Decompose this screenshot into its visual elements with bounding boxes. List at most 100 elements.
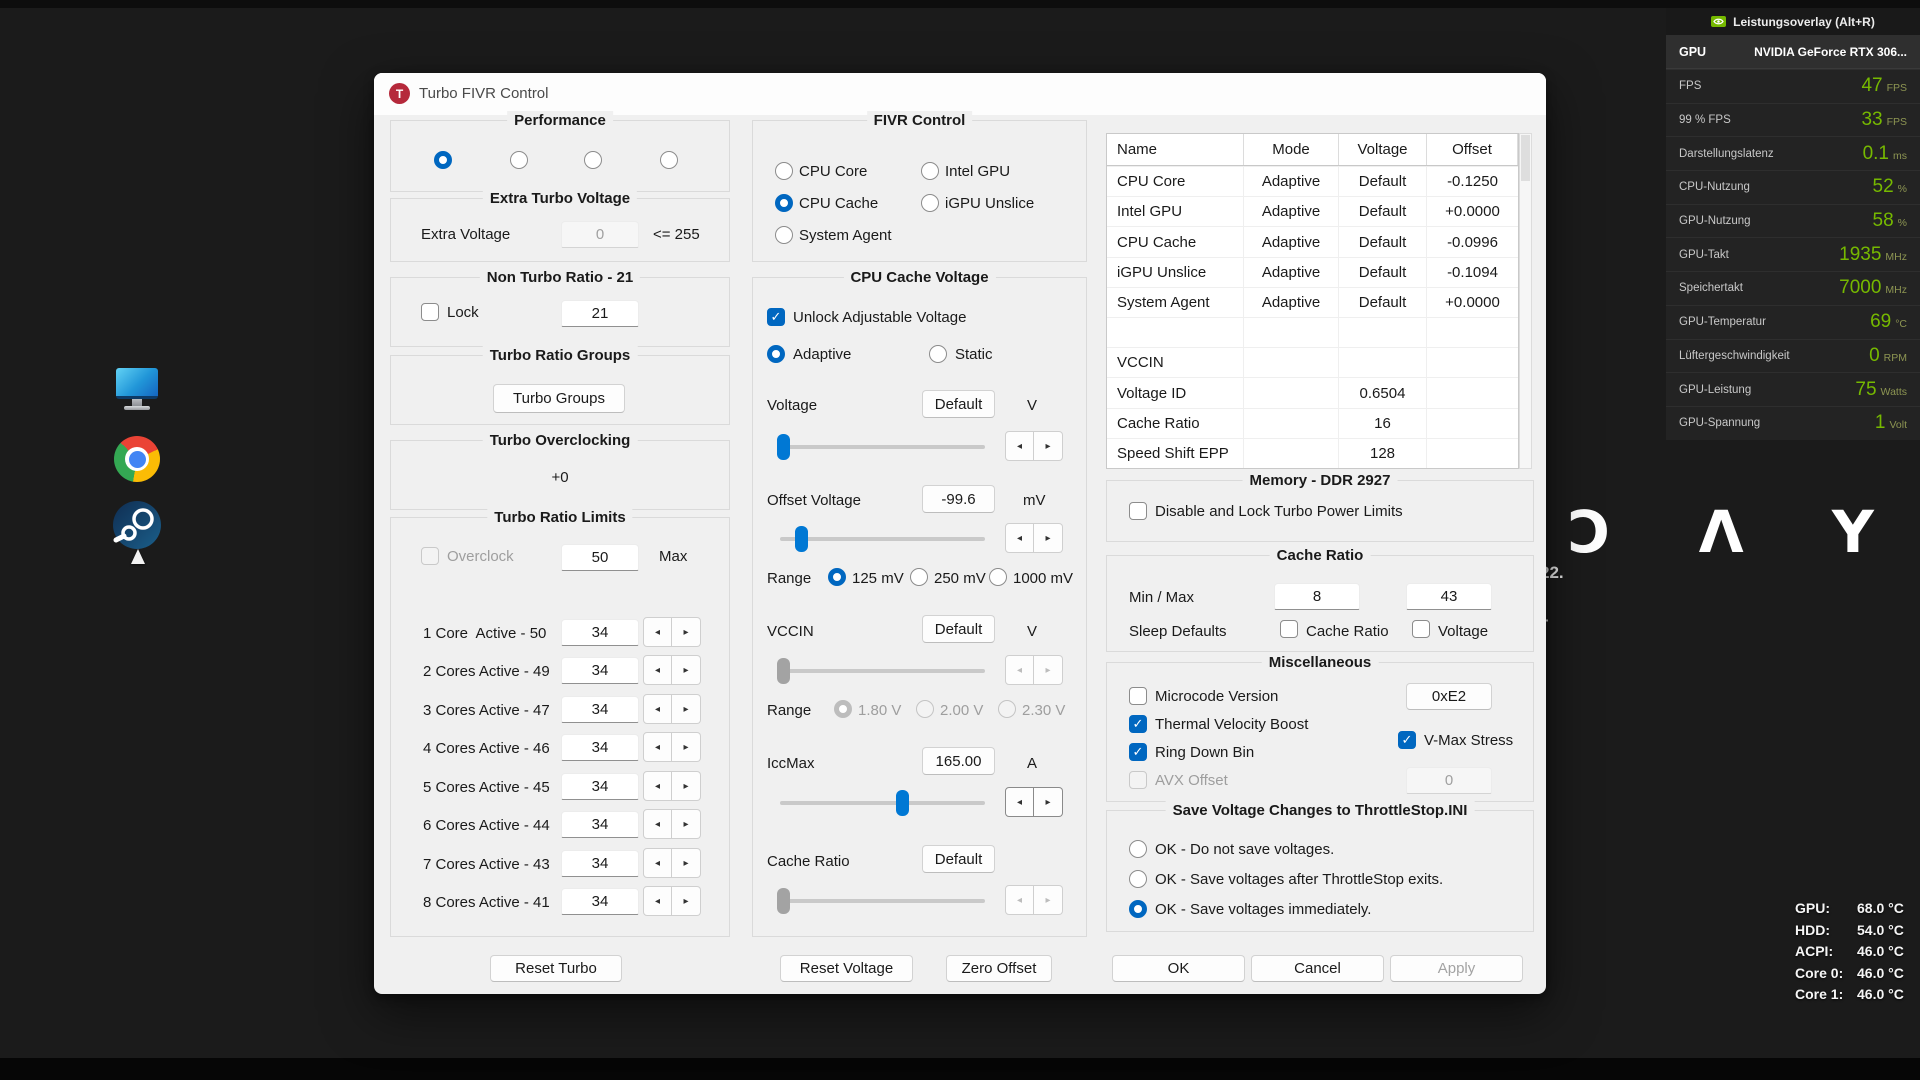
voltage-slider-thumb[interactable] bbox=[777, 434, 790, 460]
system-agent-radio[interactable] bbox=[775, 226, 793, 244]
spin-right-icon[interactable]: ▸ bbox=[672, 694, 701, 724]
table-cell-offset bbox=[1427, 439, 1518, 468]
cache-ratio-min-input[interactable]: 8 bbox=[1274, 583, 1360, 610]
steam-logo-icon bbox=[112, 500, 162, 550]
voltage-spinner[interactable]: ◂▸ bbox=[1005, 431, 1063, 461]
core-ratio-input[interactable]: 34 bbox=[561, 696, 639, 723]
core-ratio-spinner[interactable]: ◂▸ bbox=[643, 886, 701, 916]
table-cell-name: Voltage ID bbox=[1107, 378, 1244, 407]
spin-left-icon[interactable]: ◂ bbox=[643, 655, 672, 685]
voltage-default-button[interactable]: Default bbox=[922, 390, 995, 418]
title-bar[interactable]: T Turbo FIVR Control ✕ bbox=[374, 73, 1546, 115]
igpu-unslice-radio[interactable] bbox=[921, 194, 939, 212]
offset-voltage-value[interactable]: -99.6 bbox=[922, 485, 995, 513]
range-250mv-radio[interactable] bbox=[910, 568, 928, 586]
cpu-core-radio[interactable] bbox=[775, 162, 793, 180]
spin-right-icon[interactable]: ▸ bbox=[1034, 431, 1063, 461]
turbo-groups-button[interactable]: Turbo Groups bbox=[493, 384, 625, 413]
core-ratio-spinner[interactable]: ◂▸ bbox=[643, 617, 701, 647]
iccmax-value[interactable]: 165.00 bbox=[922, 747, 995, 775]
spin-right-icon[interactable]: ▸ bbox=[672, 848, 701, 878]
range-125mv-radio[interactable] bbox=[828, 568, 846, 586]
cache-ratio-default-button[interactable]: Default bbox=[922, 845, 995, 873]
spin-left-icon[interactable]: ◂ bbox=[643, 886, 672, 916]
microcode-checkbox[interactable] bbox=[1129, 687, 1147, 705]
lock-checkbox[interactable] bbox=[421, 303, 439, 321]
vccin-default-button[interactable]: Default bbox=[922, 615, 995, 643]
spin-right-icon[interactable]: ▸ bbox=[672, 655, 701, 685]
spin-right-icon[interactable]: ▸ bbox=[1034, 523, 1063, 553]
spin-left-icon[interactable]: ◂ bbox=[1005, 431, 1034, 461]
cache-ratio-max-input[interactable]: 43 bbox=[1406, 583, 1492, 610]
spin-left-icon[interactable]: ◂ bbox=[1005, 523, 1034, 553]
core-ratio-spinner[interactable]: ◂▸ bbox=[643, 848, 701, 878]
unlock-voltage-checkbox[interactable]: ✓ bbox=[767, 308, 785, 326]
spin-left-icon[interactable]: ◂ bbox=[643, 732, 672, 762]
spin-right-icon[interactable]: ▸ bbox=[672, 732, 701, 762]
core-ratio-spinner[interactable]: ◂▸ bbox=[643, 694, 701, 724]
core-ratio-input[interactable]: 34 bbox=[561, 773, 639, 800]
iccmax-slider-track[interactable] bbox=[780, 801, 985, 805]
spin-right-icon[interactable]: ▸ bbox=[1034, 787, 1063, 817]
non-turbo-ratio-input[interactable]: 21 bbox=[561, 300, 639, 327]
static-radio[interactable] bbox=[929, 345, 947, 363]
core-ratio-spinner[interactable]: ◂▸ bbox=[643, 809, 701, 839]
core-ratio-spinner[interactable]: ◂▸ bbox=[643, 732, 701, 762]
save-option-3-radio[interactable] bbox=[1129, 900, 1147, 918]
performance-radio-4[interactable] bbox=[660, 151, 678, 169]
offset-spinner[interactable]: ◂▸ bbox=[1005, 523, 1063, 553]
spin-left-icon[interactable]: ◂ bbox=[643, 771, 672, 801]
chrome-icon[interactable] bbox=[114, 436, 160, 482]
adaptive-radio[interactable] bbox=[767, 345, 785, 363]
core-ratio-input[interactable]: 34 bbox=[561, 888, 639, 915]
thermal-velocity-boost-checkbox[interactable]: ✓ bbox=[1129, 715, 1147, 733]
ring-down-bin-checkbox[interactable]: ✓ bbox=[1129, 743, 1147, 761]
offset-slider-thumb[interactable] bbox=[795, 526, 808, 552]
sleep-voltage-checkbox[interactable] bbox=[1412, 620, 1430, 638]
scrollbar-thumb[interactable] bbox=[1521, 135, 1530, 181]
vccin-slider-track bbox=[780, 669, 985, 673]
performance-radio-1[interactable] bbox=[434, 151, 452, 169]
sleep-cache-ratio-checkbox[interactable] bbox=[1280, 620, 1298, 638]
this-pc-icon[interactable] bbox=[116, 368, 160, 412]
spin-right-icon[interactable]: ▸ bbox=[672, 886, 701, 916]
save-option-1-radio[interactable] bbox=[1129, 840, 1147, 858]
ok-button[interactable]: OK bbox=[1112, 955, 1245, 982]
intel-gpu-radio[interactable] bbox=[921, 162, 939, 180]
vmax-stress-checkbox[interactable]: ✓ bbox=[1398, 731, 1416, 749]
core-ratio-input[interactable]: 34 bbox=[561, 850, 639, 877]
spin-right-icon[interactable]: ▸ bbox=[672, 771, 701, 801]
reset-turbo-button[interactable]: Reset Turbo bbox=[490, 955, 622, 982]
iccmax-slider-thumb[interactable] bbox=[896, 790, 909, 816]
table-row: Voltage ID 0.6504 bbox=[1107, 377, 1518, 407]
spin-left-icon[interactable]: ◂ bbox=[643, 694, 672, 724]
steam-icon[interactable] bbox=[112, 500, 162, 550]
spin-left-icon[interactable]: ◂ bbox=[1005, 787, 1034, 817]
cpu-cache-radio[interactable] bbox=[775, 194, 793, 212]
spin-right-icon[interactable]: ▸ bbox=[672, 809, 701, 839]
table-cell-voltage: Default bbox=[1339, 197, 1427, 226]
zero-offset-button[interactable]: Zero Offset bbox=[946, 955, 1052, 982]
offset-slider-track[interactable] bbox=[780, 537, 985, 541]
core-ratio-input[interactable]: 34 bbox=[561, 657, 639, 684]
table-scrollbar[interactable] bbox=[1519, 133, 1532, 469]
iccmax-spinner[interactable]: ◂▸ bbox=[1005, 787, 1063, 817]
disable-turbo-power-checkbox[interactable] bbox=[1129, 502, 1147, 520]
core-ratio-spinner[interactable]: ◂▸ bbox=[643, 771, 701, 801]
reset-voltage-button[interactable]: Reset Voltage bbox=[780, 955, 913, 982]
range-250mv-label: 250 mV bbox=[934, 569, 986, 588]
cancel-button[interactable]: Cancel bbox=[1251, 955, 1384, 982]
range-1000mv-radio[interactable] bbox=[989, 568, 1007, 586]
core-ratio-input[interactable]: 34 bbox=[561, 619, 639, 646]
core-ratio-spinner[interactable]: ◂▸ bbox=[643, 655, 701, 685]
spin-right-icon[interactable]: ▸ bbox=[672, 617, 701, 647]
voltage-slider-track[interactable] bbox=[780, 445, 985, 449]
save-option-2-radio[interactable] bbox=[1129, 870, 1147, 888]
spin-left-icon[interactable]: ◂ bbox=[643, 848, 672, 878]
core-ratio-input[interactable]: 34 bbox=[561, 811, 639, 838]
core-ratio-input[interactable]: 34 bbox=[561, 734, 639, 761]
performance-radio-3[interactable] bbox=[584, 151, 602, 169]
performance-radio-2[interactable] bbox=[510, 151, 528, 169]
spin-left-icon[interactable]: ◂ bbox=[643, 809, 672, 839]
spin-left-icon[interactable]: ◂ bbox=[643, 617, 672, 647]
